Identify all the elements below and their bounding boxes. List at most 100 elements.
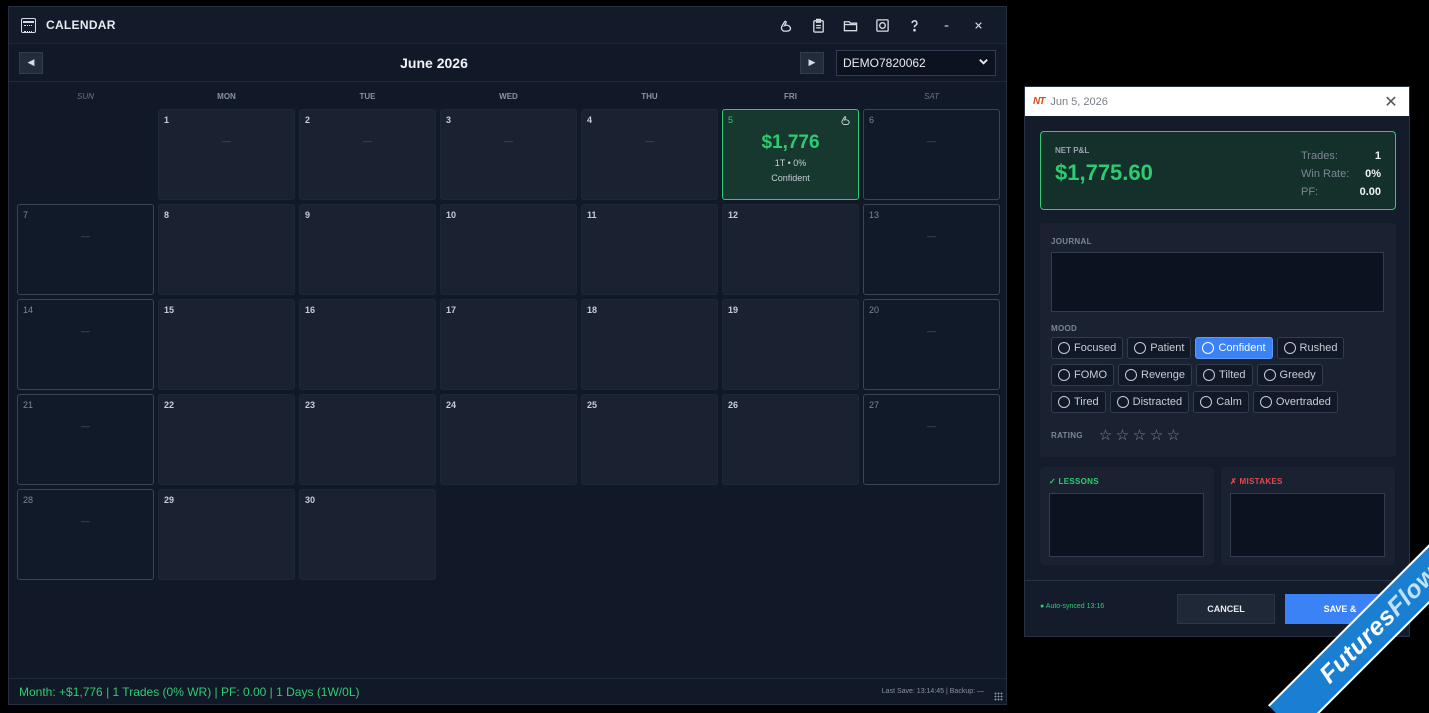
day-cell[interactable]: 17	[440, 299, 577, 390]
mood-chip-label: Patient	[1150, 342, 1185, 354]
mood-chip-tilted[interactable]: Tilted	[1196, 364, 1253, 386]
weekday-label: WED	[499, 92, 518, 101]
day-cell[interactable]: 11	[581, 204, 718, 295]
patient-icon	[1134, 342, 1147, 354]
day-cell[interactable]: 27 —	[863, 394, 1000, 485]
no-trades-dash: —	[927, 421, 936, 431]
mood-chip-label: Overtraded	[1275, 396, 1331, 408]
day-cell[interactable]: 9	[299, 204, 436, 295]
folder-icon[interactable]	[834, 13, 866, 37]
day-cell[interactable]: 20 —	[863, 299, 1000, 390]
day-number: 17	[446, 305, 457, 315]
day-cell[interactable]: 25	[581, 394, 718, 485]
trades-value: 1	[1374, 150, 1381, 162]
day-cell[interactable]: 2—	[299, 109, 436, 200]
clipboard-icon[interactable]	[802, 13, 834, 37]
pf-value: 0.00	[1359, 186, 1381, 198]
mood-chip-label: Focused	[1074, 342, 1117, 354]
day-cell[interactable]: 28 —	[17, 489, 154, 580]
day-cell[interactable]: 24	[440, 394, 577, 485]
mood-chip-calm[interactable]: Calm	[1193, 391, 1249, 413]
day-cell[interactable]: 8	[158, 204, 295, 295]
mood-chip-label: Rushed	[1299, 342, 1338, 354]
mood-chip-focused[interactable]: Focused	[1051, 337, 1124, 359]
mood-chip-rushed[interactable]: Rushed	[1276, 337, 1345, 359]
day-number: 3	[446, 115, 452, 125]
rating-label: RATING	[1051, 431, 1083, 440]
mood-chip-overtraded[interactable]: Overtraded	[1252, 391, 1338, 413]
help-icon[interactable]	[898, 13, 930, 37]
minimize-icon[interactable]	[930, 13, 962, 37]
day-number: 21	[23, 400, 34, 410]
day-cell[interactable]: 29	[158, 489, 295, 580]
day-cell[interactable]: 19	[722, 299, 859, 390]
auto-synced-text: ● Auto-synced 13:16	[1040, 603, 1105, 610]
day-cell[interactable]: 16	[299, 299, 436, 390]
no-trades-dash: —	[504, 136, 513, 146]
mood-chip-label: Confident	[1218, 342, 1266, 354]
dialog-close-button[interactable]: ✕	[1381, 92, 1401, 112]
day-number: 15	[164, 305, 175, 315]
star-icon[interactable]: ☆	[1132, 426, 1147, 444]
day-mood: Confident	[771, 173, 810, 183]
day-cell[interactable]: 4—	[581, 109, 718, 200]
day-cell[interactable]: 6—	[863, 109, 1000, 200]
day-cell[interactable]: 21 —	[17, 394, 154, 485]
journal-textarea[interactable]	[1051, 252, 1384, 312]
toolbar	[770, 13, 994, 37]
mood-chip-tired[interactable]: Tired	[1051, 391, 1106, 413]
resize-grip-icon[interactable]	[994, 692, 1003, 701]
day-number: 24	[446, 400, 457, 410]
lessons-textarea[interactable]	[1049, 493, 1204, 557]
day-cell[interactable]: 13 —	[863, 204, 1000, 295]
mood-chip-fomo[interactable]: FOMO	[1051, 364, 1114, 386]
revenge-icon	[1125, 369, 1137, 381]
day-cell[interactable]: 30	[299, 489, 436, 580]
day-cell[interactable]: 15	[158, 299, 295, 390]
mood-chip-distracted[interactable]: Distracted	[1109, 391, 1190, 413]
journal-panel: JOURNAL MOOD Focused Patient Confident Rush…	[1040, 223, 1396, 457]
backup-icon[interactable]	[866, 13, 898, 37]
mood-chip-label: FOMO	[1074, 369, 1107, 381]
mood-chip-confident[interactable]: Confident	[1195, 337, 1273, 359]
close-icon[interactable]	[962, 13, 994, 37]
mood-chip-revenge[interactable]: Revenge	[1118, 364, 1193, 386]
star-icon[interactable]: ☆	[1149, 426, 1164, 444]
mood-chip-greedy[interactable]: Greedy	[1256, 364, 1323, 386]
day-cell[interactable]: 12	[722, 204, 859, 295]
day-cell[interactable]: 3—	[440, 109, 577, 200]
day-cell[interactable]: 7—	[17, 204, 154, 295]
mood-chip-label: Tired	[1074, 396, 1099, 408]
day-cell[interactable]: 26	[722, 394, 859, 485]
net-pnl-value: $1,775.60	[1055, 160, 1153, 185]
lessons-panel: ✓ LESSONS	[1040, 467, 1214, 565]
account-select[interactable]: DEMO7820062	[836, 49, 996, 76]
day-cell[interactable]: 1—	[158, 109, 295, 200]
day-cell[interactable]: 22	[158, 394, 295, 485]
day-cell[interactable]: 18	[581, 299, 718, 390]
window-title: CALENDAR	[46, 18, 116, 32]
day-cell[interactable]: 10	[440, 204, 577, 295]
star-icon[interactable]: ☆	[1098, 426, 1113, 444]
net-pnl-card: NET P&L $1,775.60 Trades: 1 Win Rate: 0% P…	[1040, 131, 1396, 210]
day-number: 5	[728, 115, 734, 125]
mood-chip-patient[interactable]: Patient	[1127, 337, 1192, 359]
star-icon[interactable]: ☆	[1166, 426, 1181, 444]
day-cell[interactable]: 23	[299, 394, 436, 485]
day-pnl: $1,776	[761, 132, 820, 153]
weekday-label: SAT	[924, 92, 939, 101]
day-cell[interactable]: 5 $1,776 1T • 0% Confident	[722, 109, 859, 200]
journal-label: JOURNAL	[1051, 237, 1092, 246]
mistakes-label: ✗ MISTAKES	[1230, 477, 1283, 486]
mood-chip-label: Calm	[1216, 396, 1242, 408]
overtraded-icon	[1259, 396, 1272, 408]
empty-day-cell	[17, 109, 154, 200]
chevron-down-icon	[978, 56, 989, 70]
watermark: Futures Flow.io	[1229, 513, 1429, 713]
star-icon[interactable]: ☆	[1115, 426, 1130, 444]
win-rate-value: 0%	[1365, 168, 1381, 180]
day-cell[interactable]: 14 —	[17, 299, 154, 390]
rushed-icon	[1283, 342, 1296, 354]
mood-icon[interactable]	[770, 13, 802, 37]
weekday-label: THU	[641, 92, 658, 101]
